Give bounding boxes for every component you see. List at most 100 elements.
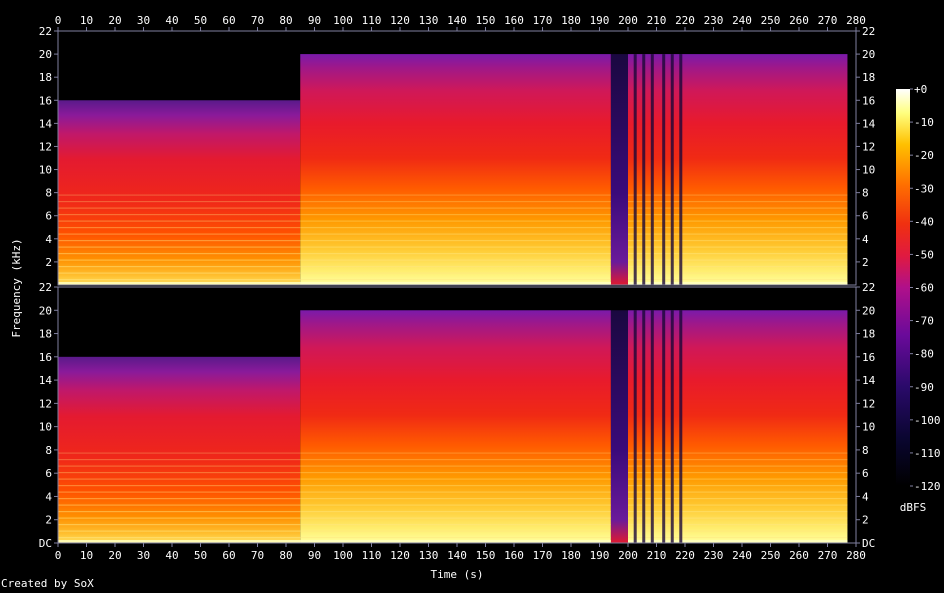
harmonic-band: [300, 266, 611, 268]
harmonic-band: [58, 537, 301, 539]
y-tick-label-right: 8: [862, 187, 869, 200]
harmonic-band: [685, 233, 848, 235]
harmonic-band: [300, 272, 611, 274]
spectrogram-segment-channel-bottom-0: [58, 356, 301, 543]
harmonic-band: [300, 530, 611, 532]
x-tick-label-top: 50: [194, 14, 207, 27]
x-tick-label-bottom: 10: [80, 549, 93, 562]
x-tick-label-bottom: 230: [704, 549, 724, 562]
harmonic-band: [58, 478, 301, 480]
colorbar-tick-label: -50: [914, 248, 934, 261]
y-tick-label-right: 18: [862, 71, 875, 84]
harmonic-band: [58, 259, 301, 261]
x-tick-label-bottom: 270: [818, 549, 838, 562]
colorbar-tick-label: -60: [914, 282, 934, 295]
harmonic-band: [685, 220, 848, 222]
spectrogram-gap-streak: [633, 54, 637, 285]
y-tick-label-left: 10: [39, 421, 52, 434]
harmonic-band: [300, 517, 611, 519]
harmonic-band: [58, 511, 301, 513]
x-axis-label: Time (s): [431, 568, 484, 581]
harmonic-band: [300, 220, 611, 222]
harmonic-band: [300, 498, 611, 500]
harmonic-band: [685, 253, 848, 255]
harmonic-band: [58, 485, 301, 487]
y-tick-label-left: 14: [39, 117, 53, 130]
harmonic-band: [685, 227, 848, 229]
harmonic-band: [300, 207, 611, 209]
x-tick-label-top: 80: [279, 14, 292, 27]
y-tick-label-left: 8: [45, 187, 52, 200]
x-tick-label-top: 180: [561, 14, 581, 27]
x-tick-label-bottom: 110: [362, 549, 382, 562]
harmonic-band: [685, 491, 848, 493]
x-tick-label-bottom: 100: [333, 549, 353, 562]
y-tick-label-left: DC: [39, 537, 52, 550]
x-tick-label-bottom: 170: [533, 549, 553, 562]
colorbar-tick-label: -90: [914, 381, 934, 394]
x-tick-label-top: 160: [504, 14, 524, 27]
harmonic-band: [58, 253, 301, 255]
x-tick-label-top: 140: [447, 14, 467, 27]
harmonic-band: [58, 472, 301, 474]
harmonic-band: [58, 207, 301, 209]
x-tick-label-top: 250: [761, 14, 781, 27]
harmonic-band: [685, 465, 848, 467]
spectrogram-segment-channel-top-1: [300, 54, 611, 285]
harmonic-band: [300, 227, 611, 229]
harmonic-band: [685, 524, 848, 526]
harmonic-band: [58, 452, 301, 454]
harmonic-band: [300, 524, 611, 526]
harmonic-band: [300, 194, 611, 196]
colorbar-tick-label: -120: [914, 480, 941, 493]
colorbar-tick-label: -40: [914, 215, 934, 228]
x-tick-label-top: 150: [476, 14, 496, 27]
y-tick-label-left: 6: [45, 210, 52, 223]
x-tick-label-bottom: 140: [447, 549, 467, 562]
y-tick-label-right: 20: [862, 48, 875, 61]
x-tick-label-bottom: 20: [108, 549, 121, 562]
colorbar-tick-label: -70: [914, 315, 934, 328]
y-tick-label-right: 2: [862, 514, 869, 527]
harmonic-band: [685, 498, 848, 500]
colorbar-tick-label: -110: [914, 447, 941, 460]
y-tick-label-left: 20: [39, 48, 52, 61]
harmonic-band: [300, 246, 611, 248]
harmonic-band: [685, 530, 848, 532]
x-tick-label-top: 240: [732, 14, 752, 27]
harmonic-band: [685, 240, 848, 242]
spectrogram-channel-top: [58, 31, 856, 285]
y-tick-label-right: 12: [862, 397, 875, 410]
harmonic-band: [685, 194, 848, 196]
spectrogram-segment-channel-top-4: [685, 54, 848, 285]
harmonic-band: [300, 478, 611, 480]
harmonic-band: [58, 272, 301, 274]
x-tick-label-top: 260: [789, 14, 809, 27]
x-tick-label-top: 270: [818, 14, 838, 27]
spectrogram-gap-streak: [642, 310, 646, 543]
colorbar-tick-label: -80: [914, 348, 934, 361]
spectrogram-segment-channel-bottom-4: [685, 310, 848, 543]
harmonic-band: [685, 259, 848, 261]
colorbar-gradient: [896, 89, 910, 486]
y-axis-label: Frequency (kHz): [10, 238, 23, 337]
y-tick-label-left: 12: [39, 397, 52, 410]
x-tick-label-bottom: 220: [675, 549, 695, 562]
x-tick-label-bottom: 180: [561, 549, 581, 562]
y-tick-label-left: 4: [45, 490, 52, 503]
y-tick-label-right: 14: [862, 374, 876, 387]
x-tick-label-bottom: 280: [846, 549, 866, 562]
x-tick-label-bottom: 30: [137, 549, 150, 562]
x-tick-label-top: 100: [333, 14, 353, 27]
x-tick-label-top: 200: [618, 14, 638, 27]
harmonic-band: [300, 504, 611, 506]
x-tick-label-top: 10: [80, 14, 93, 27]
y-tick-label-left: 16: [39, 351, 52, 364]
x-tick-label-bottom: 120: [390, 549, 410, 562]
harmonic-band: [685, 272, 848, 274]
harmonic-band: [685, 537, 848, 539]
y-tick-label-right: 10: [862, 164, 875, 177]
colorbar-tick-label: -20: [914, 149, 934, 162]
harmonic-band: [300, 279, 611, 281]
x-tick-label-bottom: 50: [194, 549, 207, 562]
